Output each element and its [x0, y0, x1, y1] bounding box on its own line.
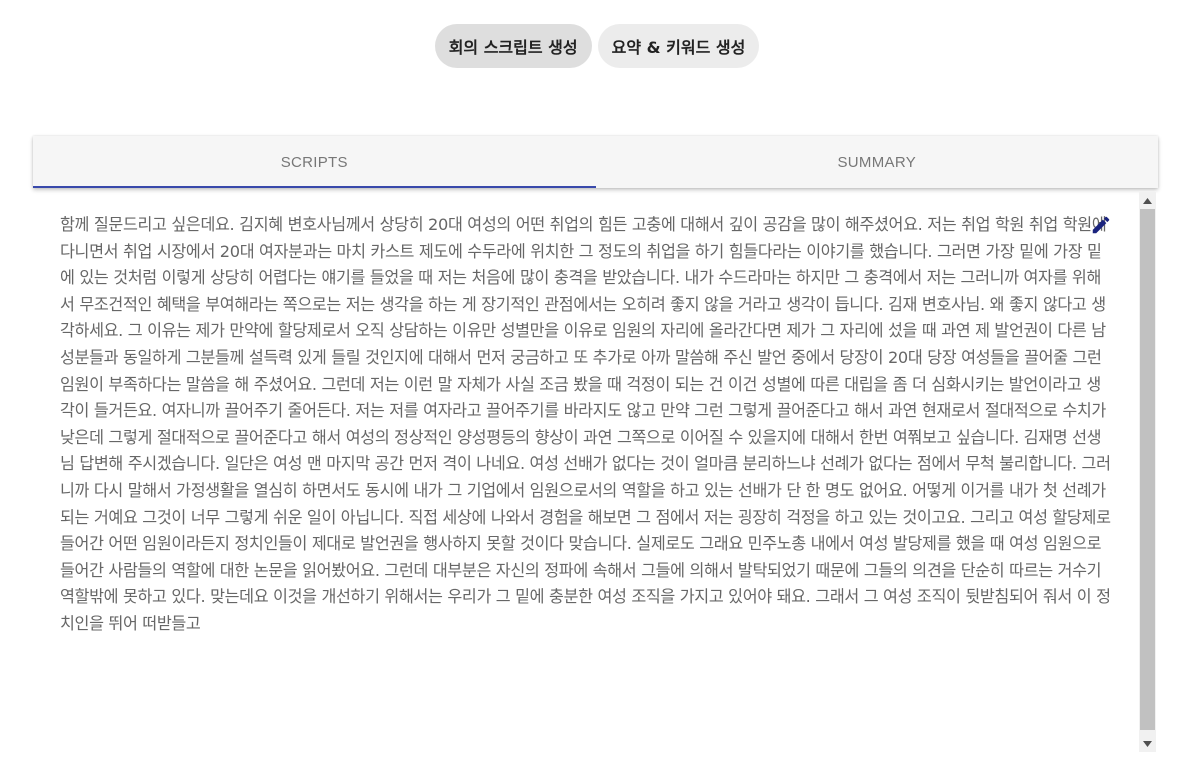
script-text: 함께 질문드리고 싶은데요. 김지혜 변호사님께서 상당히 20대 여성의 어떤…: [60, 215, 1111, 633]
top-actions: 회의 스크립트 생성 요약 & 키워드 생성: [0, 24, 1194, 68]
tab-bar: SCRIPTS SUMMARY: [33, 136, 1158, 188]
generate-script-button[interactable]: 회의 스크립트 생성: [434, 24, 592, 68]
tab-scripts[interactable]: SCRIPTS: [33, 136, 596, 188]
arrow-down-icon[interactable]: [1139, 735, 1156, 752]
scroll-thumb[interactable]: [1140, 209, 1155, 730]
generate-summary-button[interactable]: 요약 & 키워드 생성: [597, 24, 760, 68]
arrow-up-icon[interactable]: [1139, 192, 1156, 209]
pencil-icon[interactable]: [1090, 214, 1112, 236]
tab-summary[interactable]: SUMMARY: [596, 136, 1159, 188]
script-content: 함께 질문드리고 싶은데요. 김지혜 변호사님께서 상당히 20대 여성의 어떤…: [60, 212, 1112, 732]
vertical-scrollbar[interactable]: [1139, 192, 1156, 752]
